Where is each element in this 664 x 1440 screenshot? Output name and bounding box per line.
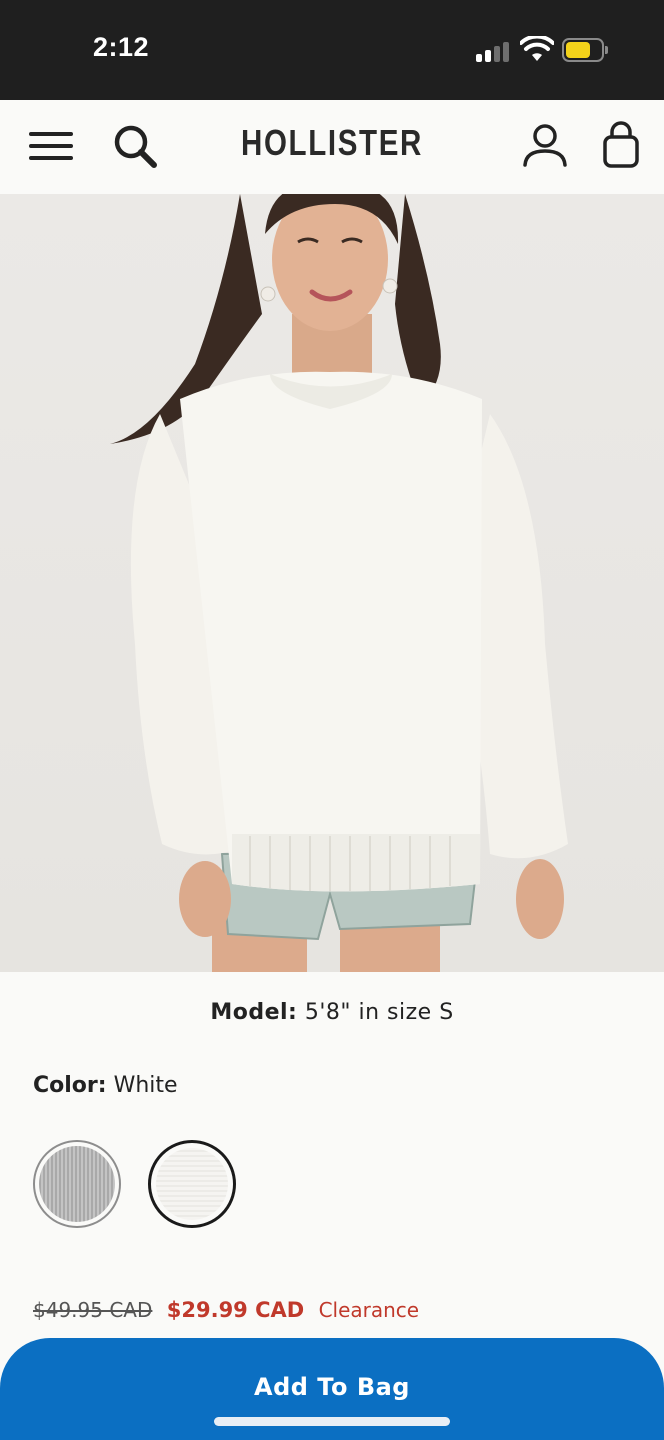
product-photo [110, 194, 568, 972]
status-time: 2:12 [93, 32, 150, 62]
wifi-icon [520, 36, 554, 61]
clearance-tag: Clearance [318, 1298, 420, 1322]
original-price: $49.95 CAD [33, 1298, 153, 1322]
sale-price: $29.99 CAD [166, 1298, 305, 1322]
model-info: Model: 5'8" in size S [0, 1000, 664, 1025]
color-swatch-white[interactable] [148, 1140, 236, 1228]
swatch-texture [39, 1146, 115, 1222]
product-image[interactable] [0, 194, 664, 972]
swatch-texture [156, 1148, 228, 1220]
price-row: $49.95 CAD $29.99 CAD Clearance [33, 1298, 419, 1322]
status-bar: 2:12 [0, 0, 664, 100]
color-label: Color: [33, 1073, 107, 1098]
model-label: Model: [210, 1000, 298, 1025]
cellular-signal-icon [476, 40, 510, 62]
color-selection-label: Color: White [33, 1073, 178, 1098]
model-value: 5'8" in size S [304, 1000, 454, 1025]
color-value: White [113, 1073, 178, 1098]
brand-logo[interactable]: HOLLISTER [60, 122, 604, 164]
color-swatch-grey[interactable] [33, 1140, 121, 1228]
battery-icon [562, 38, 608, 62]
home-indicator[interactable] [214, 1417, 450, 1426]
